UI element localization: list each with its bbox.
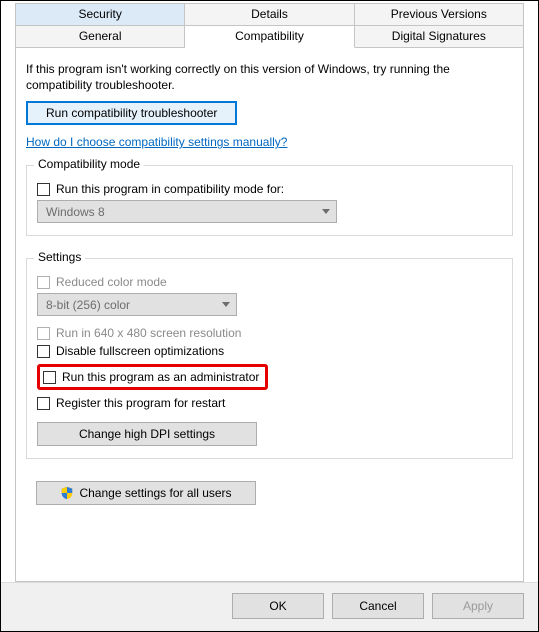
change-all-users-label: Change settings for all users [79,486,231,500]
checkbox-disable-fullscreen-label: Disable fullscreen optimizations [56,344,224,358]
tab-previous-versions[interactable]: Previous Versions [355,3,524,25]
run-troubleshooter-button[interactable]: Run compatibility troubleshooter [26,101,237,125]
dialog-button-row: OK Cancel Apply [1,582,538,631]
checkbox-reduced-color [37,276,50,289]
chevron-down-icon [322,209,330,214]
checkbox-run-as-admin-label: Run this program as an administrator [62,370,259,384]
checkbox-register-restart-label: Register this program for restart [56,396,225,410]
tab-details[interactable]: Details [185,3,354,25]
checkbox-low-res [37,327,50,340]
help-link[interactable]: How do I choose compatibility settings m… [26,135,287,149]
highlight-run-as-admin: Run this program as an administrator [37,364,268,390]
select-compat-os-value: Windows 8 [46,205,105,219]
select-color-mode-value: 8-bit (256) color [46,298,130,312]
tab-general[interactable]: General [15,25,185,48]
group-settings: Settings Reduced color mode 8-bit (256) … [26,258,513,459]
tab-content: If this program isn't working correctly … [15,47,524,582]
tab-compatibility[interactable]: Compatibility [185,25,354,48]
intro-text: If this program isn't working correctly … [26,61,513,93]
change-dpi-button[interactable]: Change high DPI settings [37,422,257,446]
ok-button[interactable]: OK [232,593,324,619]
select-color-mode: 8-bit (256) color [37,293,237,316]
checkbox-disable-fullscreen[interactable] [37,345,50,358]
change-all-users-button[interactable]: Change settings for all users [36,481,256,505]
checkbox-register-restart[interactable] [37,397,50,410]
checkbox-compat-mode[interactable] [37,183,50,196]
tab-digital-signatures[interactable]: Digital Signatures [355,25,524,48]
cancel-button[interactable]: Cancel [332,593,424,619]
chevron-down-icon [222,302,230,307]
checkbox-reduced-color-label: Reduced color mode [56,275,167,289]
apply-button[interactable]: Apply [432,593,524,619]
checkbox-compat-mode-label: Run this program in compatibility mode f… [56,182,284,196]
group-compatibility-mode: Compatibility mode Run this program in c… [26,165,513,236]
checkbox-run-as-admin[interactable] [43,371,56,384]
tab-security[interactable]: Security [15,3,185,25]
group-title: Compatibility mode [34,157,144,171]
group-title: Settings [34,250,85,264]
checkbox-low-res-label: Run in 640 x 480 screen resolution [56,326,241,340]
select-compat-os[interactable]: Windows 8 [37,200,337,223]
tab-strip: Security Details Previous Versions Gener… [1,1,538,48]
shield-icon [60,486,74,500]
